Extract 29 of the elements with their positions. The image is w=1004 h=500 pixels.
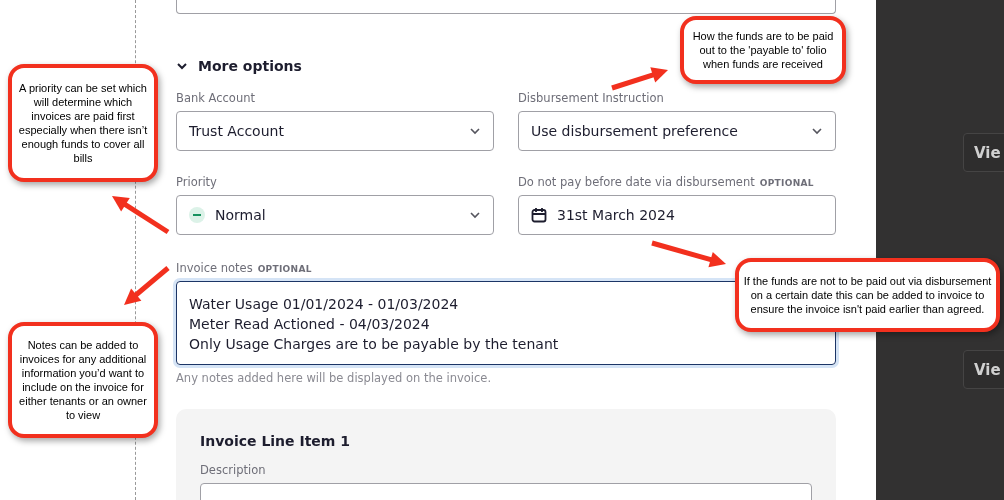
field-label: Bank Account bbox=[176, 91, 255, 105]
callout: A priority can be set which will determine which invoices are paid first especially when there isn’t enough funds to cover all bills bbox=[8, 64, 158, 182]
card-title: Invoice Line Item 1 bbox=[200, 433, 352, 449]
field-label: Description bbox=[200, 463, 266, 477]
callout: How the funds are to be paid out to the 'payable to' folio when funds are received bbox=[680, 16, 846, 84]
more-options-toggle[interactable]: More options bbox=[176, 58, 302, 74]
arrow bbox=[124, 266, 170, 305]
help-text: Any notes added here will be displayed on the invoice. bbox=[176, 371, 493, 385]
callout: If the funds are not to be paid out via disbursement on a certain date this can be added to invoice to ensure the invoice isn't paid earlier than agreed. bbox=[735, 258, 1000, 332]
view-button[interactable]: Vie bbox=[963, 133, 1004, 172]
chevron-icon bbox=[469, 125, 481, 137]
chevron-icon bbox=[469, 209, 481, 221]
date-field[interactable]: 31st March 2024 bbox=[518, 195, 836, 235]
field-label: Invoice notes OPTIONAL bbox=[176, 261, 312, 275]
field-label: Disbursement Instruction bbox=[518, 91, 664, 105]
callout: Notes can be added to invoices for any additional information you’d want to include on the invoice for either tenants or an owner to view bbox=[8, 322, 158, 438]
select-field[interactable]: Trust Account bbox=[176, 111, 494, 151]
minus-icon bbox=[189, 207, 205, 223]
arrow bbox=[112, 196, 170, 235]
field-label: Do not pay before date via disbursement OPTIONAL bbox=[518, 175, 814, 189]
select-field[interactable]: Use disbursement preference bbox=[518, 111, 836, 151]
arrow bbox=[611, 67, 668, 91]
chevron-icon bbox=[811, 125, 823, 137]
select-field[interactable]: Normal bbox=[176, 195, 494, 235]
text-field[interactable] bbox=[176, 0, 836, 14]
chevron-icon bbox=[176, 60, 188, 72]
calendar-icon bbox=[531, 207, 547, 223]
view-button[interactable]: Vie bbox=[963, 350, 1004, 389]
field-label: Priority bbox=[176, 175, 217, 189]
